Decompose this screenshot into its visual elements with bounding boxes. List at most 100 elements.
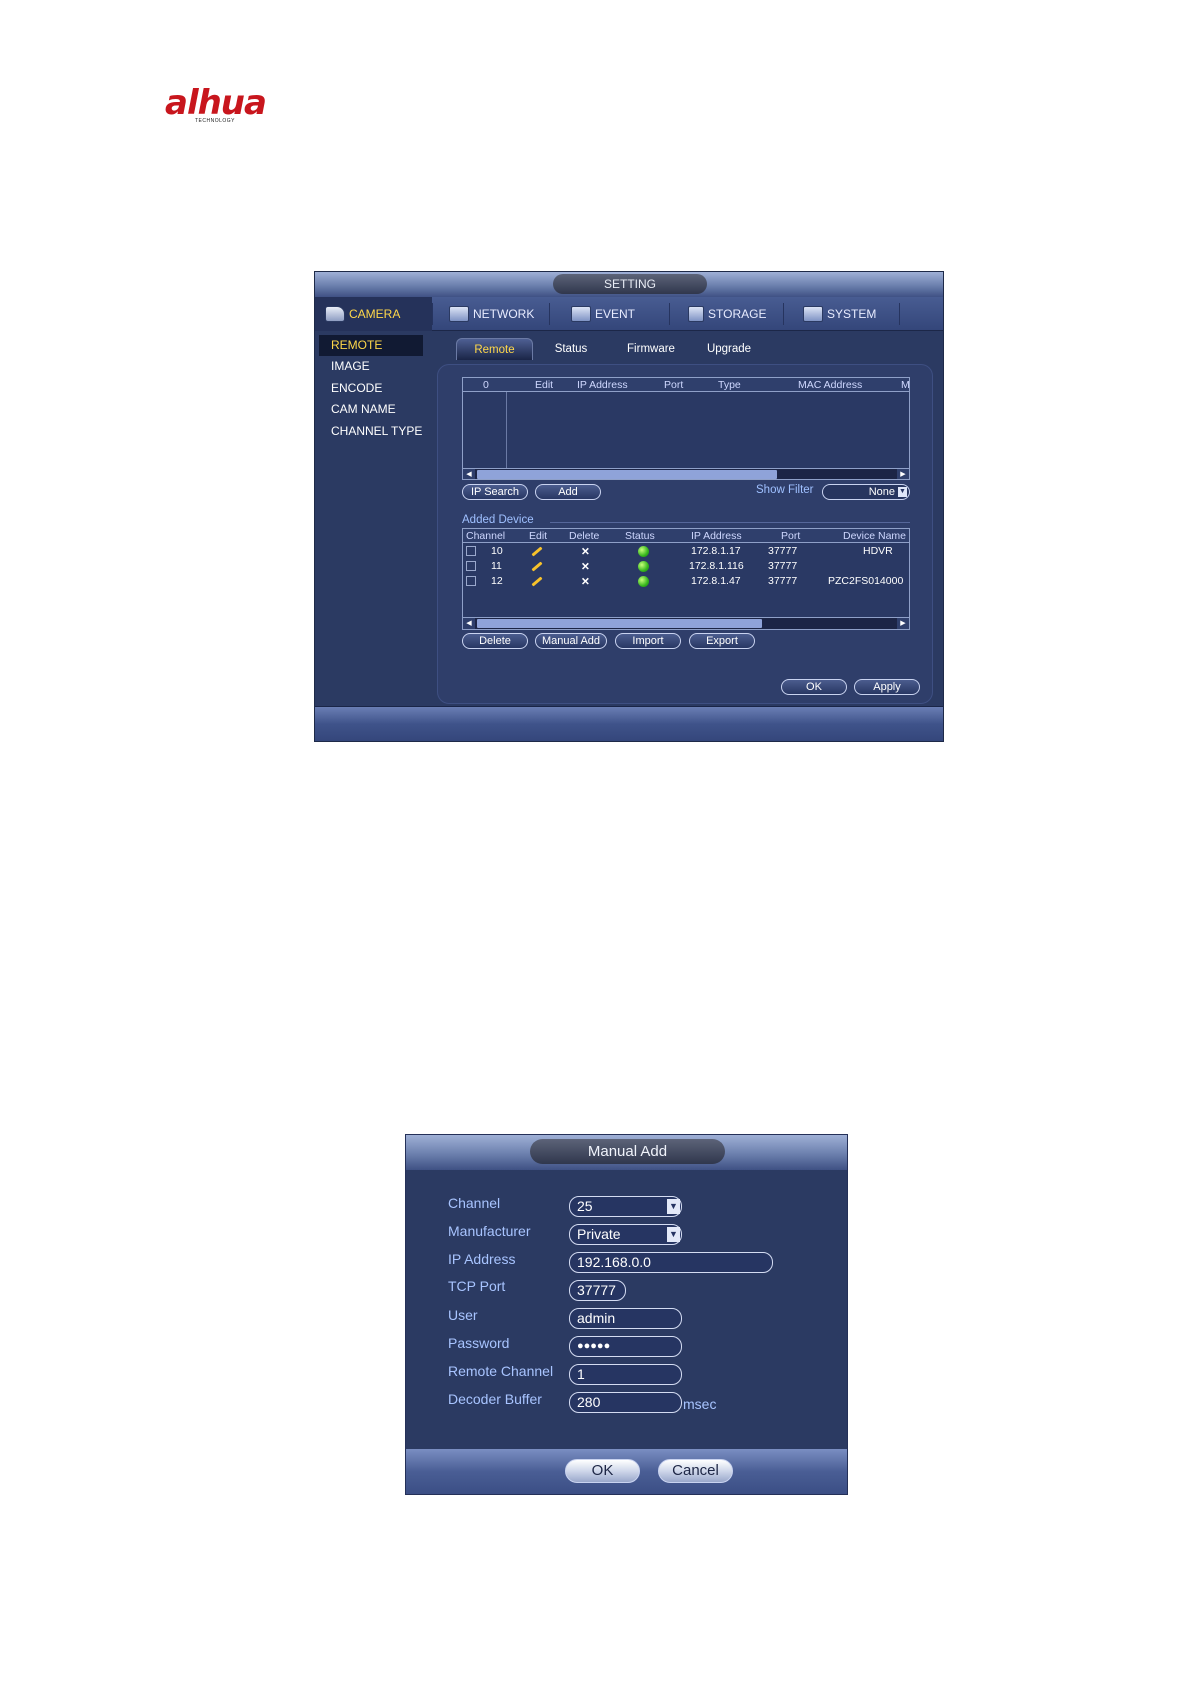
cell-channel: 12 xyxy=(491,575,503,587)
added-device-label: Added Device xyxy=(462,514,534,526)
col-header: MAC Address xyxy=(798,379,863,391)
cell-port: 37777 xyxy=(768,575,798,587)
cell-ip: 172.8.1.17 xyxy=(691,545,741,557)
search-result-table[interactable]: 0 Edit IP Address Port Type MAC Address … xyxy=(462,377,910,480)
tab-event[interactable]: EVENT xyxy=(561,297,669,331)
user-label: User xyxy=(448,1307,478,1323)
select-value: 25 xyxy=(577,1198,593,1214)
tab-upgrade[interactable]: Upgrade xyxy=(695,338,763,360)
manual-add-button[interactable]: Manual Add xyxy=(535,633,607,649)
scroll-left-icon[interactable]: ◀ xyxy=(463,469,475,479)
add-button[interactable]: Add xyxy=(535,484,601,500)
show-filter-label: Show Filter xyxy=(756,484,814,496)
table-header: 0 Edit IP Address Port Type MAC Address … xyxy=(463,378,909,392)
remote-channel-field[interactable]: 1 xyxy=(569,1364,682,1385)
horizontal-scrollbar[interactable]: ◀ ▶ xyxy=(463,617,909,629)
row-checkbox[interactable] xyxy=(466,546,476,556)
scroll-right-icon[interactable]: ▶ xyxy=(897,618,909,629)
table-row[interactable]: 12 ✕ 172.8.1.47 37777 PZC2FS014000 xyxy=(463,574,909,588)
channel-label: Channel xyxy=(448,1195,501,1211)
cell-port: 37777 xyxy=(768,545,798,557)
side-item-image[interactable]: IMAGE xyxy=(319,356,423,377)
export-button[interactable]: Export xyxy=(689,633,755,649)
tab-firmware[interactable]: Firmware xyxy=(617,338,685,360)
edit-pencil-icon[interactable] xyxy=(531,561,543,572)
tab-label: SYSTEM xyxy=(827,307,877,321)
cell-port: 37777 xyxy=(768,560,798,572)
table-header: Channel Edit Delete Status IP Address Po… xyxy=(463,529,909,543)
cell-device-name: HDVR xyxy=(863,545,893,557)
scroll-thumb[interactable] xyxy=(477,619,762,628)
side-item-encode[interactable]: ENCODE xyxy=(319,378,423,399)
col-header: Edit xyxy=(529,530,548,542)
side-item-remote[interactable]: REMOTE xyxy=(319,335,423,356)
divider xyxy=(549,303,550,325)
apply-button[interactable]: Apply xyxy=(854,679,920,695)
scroll-right-icon[interactable]: ▶ xyxy=(897,469,909,479)
cell-channel: 10 xyxy=(491,545,503,557)
tab-status[interactable]: Status xyxy=(541,338,601,360)
row-checkbox[interactable] xyxy=(466,576,476,586)
ip-address-field[interactable]: 192.168.0.0 xyxy=(569,1252,773,1273)
row-checkbox[interactable] xyxy=(466,561,476,571)
window-footer xyxy=(315,706,943,741)
table-row[interactable]: 11 ✕ 172.8.1.116 37777 xyxy=(463,559,909,573)
select-value: Private xyxy=(577,1226,621,1242)
tcp-port-label: TCP Port xyxy=(448,1278,506,1294)
decoder-buffer-field[interactable]: 280 xyxy=(569,1392,682,1413)
top-nav: CAMERA NETWORK EVENT STORAGE SYSTEM xyxy=(315,297,943,331)
chevron-down-icon: ▼ xyxy=(667,1199,680,1214)
tab-camera[interactable]: CAMERA xyxy=(315,297,432,331)
delete-x-icon[interactable]: ✕ xyxy=(581,560,590,574)
horizontal-scrollbar[interactable]: ◀ ▶ xyxy=(463,468,909,479)
cell-device-name: PZC2FS014000 xyxy=(828,575,904,587)
title-bar: SETTING xyxy=(315,272,943,297)
dahua-logo: alhua TECHNOLOGY xyxy=(165,86,290,128)
import-button[interactable]: Import xyxy=(615,633,681,649)
scroll-thumb[interactable] xyxy=(477,470,777,479)
scroll-left-icon[interactable]: ◀ xyxy=(463,618,475,629)
edit-pencil-icon[interactable] xyxy=(531,546,543,557)
tab-remote[interactable]: Remote xyxy=(456,338,533,360)
status-online-icon xyxy=(638,576,649,587)
tab-storage[interactable]: STORAGE xyxy=(678,297,783,331)
tab-network[interactable]: NETWORK xyxy=(439,297,549,331)
chevron-down-icon: ▼ xyxy=(667,1227,680,1242)
delete-button[interactable]: Delete xyxy=(462,633,528,649)
ip-search-button[interactable]: IP Search xyxy=(462,484,528,500)
table-row[interactable]: 10 ✕ 172.8.1.17 37777 HDVR xyxy=(463,544,909,558)
added-device-table[interactable]: Channel Edit Delete Status IP Address Po… xyxy=(462,528,910,630)
side-item-channel-type[interactable]: CHANNEL TYPE xyxy=(319,421,423,442)
event-icon xyxy=(571,306,591,322)
col-header: 0 xyxy=(483,379,489,391)
tab-label: EVENT xyxy=(595,307,636,321)
channel-select[interactable]: 25 ▼ xyxy=(569,1196,682,1217)
dialog-ok-button[interactable]: OK xyxy=(565,1459,640,1483)
col-header: Channel xyxy=(466,530,506,542)
col-header: IP Address xyxy=(691,530,742,542)
password-field[interactable]: ●●●●● xyxy=(569,1336,682,1357)
divider xyxy=(899,303,900,325)
tcp-port-field[interactable]: 37777 xyxy=(569,1280,626,1301)
setting-window: SETTING CAMERA NETWORK EVENT STORAGE SYS… xyxy=(314,271,944,742)
remote-panel: 0 Edit IP Address Port Type MAC Address … xyxy=(437,364,933,704)
tab-system[interactable]: SYSTEM xyxy=(793,297,899,331)
show-filter-select[interactable]: None ▼ xyxy=(822,484,910,500)
edit-pencil-icon[interactable] xyxy=(531,576,543,587)
logo-tagline: TECHNOLOGY xyxy=(195,118,236,124)
dialog-title: Manual Add xyxy=(530,1139,725,1164)
user-field[interactable]: admin xyxy=(569,1308,682,1329)
col-header: Device Name xyxy=(843,530,907,542)
ok-button[interactable]: OK xyxy=(781,679,847,695)
delete-x-icon[interactable]: ✕ xyxy=(581,575,590,589)
col-header: Delete xyxy=(569,530,600,542)
cell-channel: 11 xyxy=(491,560,502,572)
dialog-footer: OK Cancel xyxy=(406,1449,847,1494)
delete-x-icon[interactable]: ✕ xyxy=(581,545,590,559)
manufacturer-select[interactable]: Private ▼ xyxy=(569,1224,682,1245)
dialog-cancel-button[interactable]: Cancel xyxy=(658,1459,733,1483)
network-icon xyxy=(449,306,469,322)
decoder-buffer-unit: msec xyxy=(683,1396,717,1412)
col-header: M xyxy=(901,379,910,391)
side-item-cam-name[interactable]: CAM NAME xyxy=(319,399,423,420)
